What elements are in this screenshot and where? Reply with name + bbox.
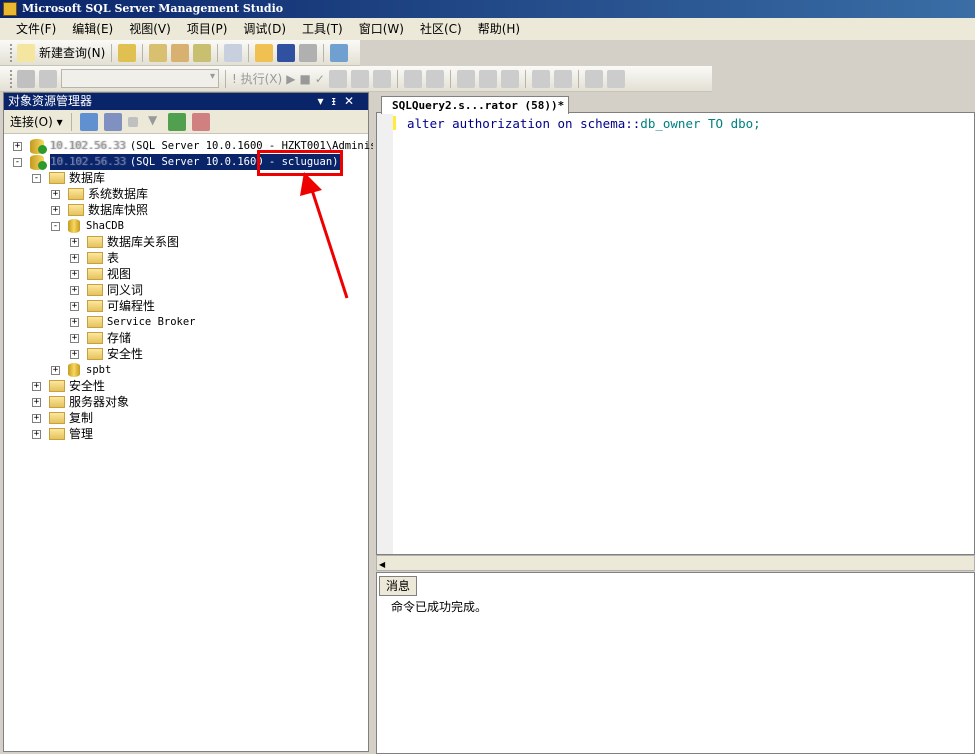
annotation-arrow xyxy=(300,172,349,299)
